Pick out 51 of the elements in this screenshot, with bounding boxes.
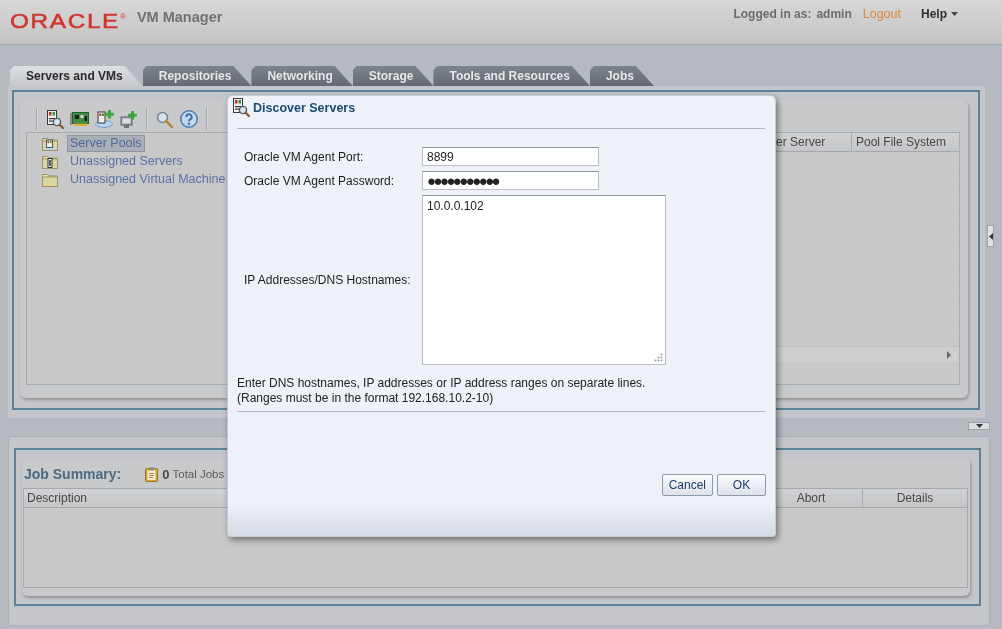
column-header: Pool File System bbox=[856, 135, 947, 149]
folder-server-cloud-icon bbox=[42, 135, 58, 151]
help-icon[interactable] bbox=[180, 110, 198, 128]
job-count: 0 bbox=[162, 466, 170, 482]
help-text: Enter DNS hostnames, IP addresses or IP address ranges on separate lines. bbox=[237, 376, 647, 391]
collapse-handle[interactable] bbox=[987, 225, 994, 247]
caret-down-icon bbox=[975, 424, 983, 428]
field-label: IP Addresses/DNS Hostnames: bbox=[244, 273, 412, 287]
help-menu[interactable]: Help bbox=[921, 6, 958, 22]
column-header: Abort bbox=[796, 491, 826, 505]
caret-right-icon[interactable] bbox=[947, 350, 951, 359]
caret-left-icon bbox=[988, 232, 993, 240]
tree-item[interactable]: Server Pools bbox=[67, 134, 145, 152]
folder-icon bbox=[42, 171, 58, 187]
search-icon[interactable] bbox=[156, 110, 173, 128]
tab[interactable]: Tools and Resources bbox=[433, 66, 590, 86]
dialog-button[interactable]: Cancel bbox=[661, 474, 713, 496]
tree-item[interactable]: Unassigned Servers bbox=[67, 152, 186, 170]
server-magnifier-icon bbox=[232, 98, 250, 117]
column-header: er Server bbox=[776, 135, 826, 149]
caret-down-icon bbox=[951, 12, 958, 16]
column-header: Details bbox=[896, 491, 934, 505]
tab[interactable]: Networking bbox=[251, 66, 353, 86]
network-card-icon[interactable] bbox=[70, 112, 89, 126]
resize-grip-icon[interactable] bbox=[654, 353, 663, 362]
job-count-label: Total Jobs bbox=[172, 468, 225, 480]
product-name: VM Manager bbox=[136, 8, 223, 27]
dialog-title: Discover Servers bbox=[253, 100, 356, 115]
section-title: Job Summary: bbox=[24, 466, 122, 482]
tree-item[interactable]: Unassigned Virtual Machine bbox=[67, 170, 229, 188]
logged-in-label: Logged in as: bbox=[733, 6, 812, 22]
collapse-button[interactable] bbox=[968, 422, 990, 430]
dialog-button[interactable]: OK bbox=[717, 474, 766, 496]
text-area[interactable]: 10.0.0.102 bbox=[422, 195, 666, 365]
field-label: Oracle VM Agent Port: bbox=[244, 149, 365, 164]
username: admin bbox=[816, 6, 852, 22]
folder-server-icon bbox=[42, 153, 58, 169]
column-header: Description bbox=[27, 491, 88, 505]
help-text: (Ranges must be in the format 192.168.10.2-10) bbox=[237, 391, 495, 406]
server-cloud-plus-icon[interactable] bbox=[95, 110, 114, 128]
password-field[interactable]: ●●●●●●●●●●● bbox=[422, 171, 599, 190]
text-field[interactable]: 8899 bbox=[422, 147, 599, 166]
clipboard-icon bbox=[145, 466, 159, 482]
field-label: Oracle VM Agent Password: bbox=[244, 173, 396, 188]
tab[interactable]: Jobs bbox=[589, 66, 654, 86]
tab[interactable]: Storage bbox=[352, 66, 434, 86]
logo: ORACLE$^{®}$ bbox=[10, 8, 126, 32]
tab[interactable]: Servers and VMs bbox=[10, 66, 143, 86]
computer-plus-icon[interactable] bbox=[120, 110, 137, 128]
server-magnifier-icon[interactable] bbox=[46, 109, 64, 129]
tab[interactable]: Repositories bbox=[142, 66, 252, 86]
